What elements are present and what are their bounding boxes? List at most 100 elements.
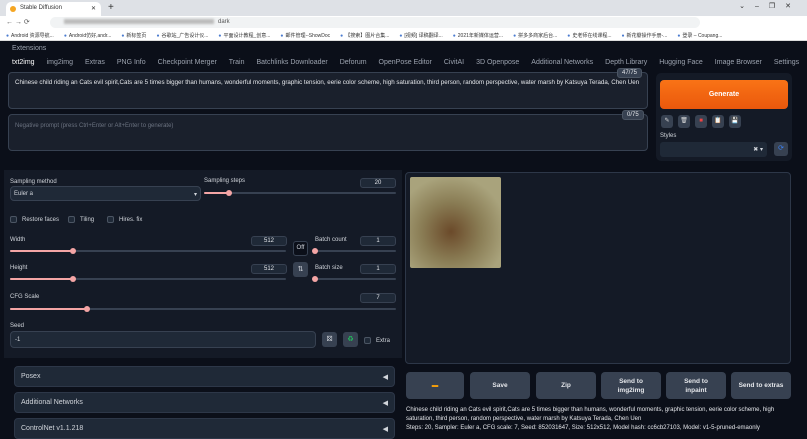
extra-checkbox[interactable]: Extra: [364, 337, 390, 344]
restore-faces-checkbox[interactable]: Restore faces: [10, 216, 59, 223]
send-to-inpaint-button[interactable]: Send to inpaint: [666, 372, 726, 399]
bookmark-item[interactable]: 拼多多商家后台...: [513, 32, 557, 40]
save-button[interactable]: Save: [470, 372, 530, 399]
accordion-additional-networks[interactable]: Additional Networks ◀: [14, 392, 395, 413]
tab-train[interactable]: Train: [229, 59, 245, 66]
slider-thumb[interactable]: [312, 248, 318, 254]
sampling-method-value: Euler a: [14, 191, 34, 197]
generate-button[interactable]: Generate: [660, 80, 788, 109]
extensions-tab[interactable]: Extensions: [12, 45, 46, 52]
tiling-checkbox[interactable]: Tiling: [68, 216, 94, 223]
tab-deforum[interactable]: Deforum: [340, 59, 367, 66]
trash-icon[interactable]: 🗑: [678, 115, 690, 128]
batch-size-slider[interactable]: [312, 276, 396, 282]
slider-fill: [10, 308, 88, 310]
close-tab-icon[interactable]: ✕: [91, 5, 96, 12]
bookmark-item[interactable]: 史老师在线课程...: [567, 32, 611, 40]
tab-openpose-editor[interactable]: OpenPose Editor: [379, 59, 432, 66]
bookmark-item[interactable]: 【搜索】图片合集...: [340, 32, 389, 40]
new-tab-button[interactable]: +: [108, 2, 114, 13]
refresh-styles-icon[interactable]: ⟳: [774, 142, 788, 156]
bookmark-item[interactable]: 新花瓣操作手册-...: [621, 32, 668, 40]
slider-fill: [10, 278, 74, 280]
collapse-arrow-icon: ◀: [382, 426, 388, 433]
bookmark-item[interactable]: Android仿好,andr...: [64, 32, 112, 40]
generation-info: Chinese child riding an Cats evil spirit…: [406, 406, 796, 433]
bookmarks-bar: Android 资源导航... Android仿好,andr... 新标签页 谷歌站_…: [0, 30, 807, 41]
hires-fix-checkbox[interactable]: Hires. fix: [107, 216, 142, 223]
tab-depth-library[interactable]: Depth Library: [605, 59, 647, 66]
send-to-img2img-button[interactable]: Send to img2img: [601, 372, 661, 399]
prompt-input[interactable]: Chinese child riding an Cats evil spirit…: [8, 72, 648, 109]
bookmark-item[interactable]: 2021年新媒体运营...: [453, 32, 503, 40]
recycle-icon[interactable]: ♻: [343, 332, 358, 347]
sampling-steps-label: Sampling steps: [204, 178, 246, 184]
off-button[interactable]: Off: [293, 241, 308, 256]
window-controls[interactable]: ⌄–❐✕: [739, 2, 801, 10]
negative-prompt-input[interactable]: Negative prompt (press Ctrl+Enter or Alt…: [8, 114, 648, 151]
batch-count-input[interactable]: 1: [360, 236, 396, 246]
bookmark-item[interactable]: 邮件管理--ShowDoc: [280, 32, 330, 40]
generated-image[interactable]: [410, 177, 501, 268]
tab-extras[interactable]: Extras: [85, 59, 105, 66]
tab-txt2img[interactable]: txt2img: [12, 59, 35, 66]
slider-thumb[interactable]: [312, 276, 318, 282]
zip-button[interactable]: Zip: [536, 372, 596, 399]
seed-input[interactable]: -1: [10, 331, 316, 348]
tab-image-browser[interactable]: Image Browser: [715, 59, 762, 66]
tab-hugging-face[interactable]: Hugging Face: [659, 59, 703, 66]
width-input[interactable]: 512: [251, 236, 287, 246]
bookmark-item[interactable]: 新标签页: [121, 32, 146, 40]
open-folder-icon[interactable]: ▬: [406, 372, 464, 399]
height-input[interactable]: 512: [251, 264, 287, 274]
bookmark-item[interactable]: Android 资源导航...: [6, 32, 54, 40]
bookmark-item[interactable]: [视频] 译稿翻译...: [399, 32, 442, 40]
tab-batchlinks-downloader[interactable]: Batchlinks Downloader: [257, 59, 328, 66]
tab-settings[interactable]: Settings: [774, 59, 799, 66]
prompt-token-count: 47/75: [617, 68, 643, 78]
bookmark-item[interactable]: 登录 – Coupang...: [677, 32, 722, 40]
brush-icon[interactable]: ✎: [661, 115, 673, 128]
collapse-arrow-icon: ◀: [382, 374, 388, 381]
width-slider[interactable]: [10, 248, 286, 254]
height-slider[interactable]: [10, 276, 286, 282]
chevron-down-icon: ▾: [193, 192, 197, 198]
tab-civitai[interactable]: CivitAI: [444, 59, 464, 66]
bookmark-item[interactable]: 平面设计教程_创意...: [218, 32, 270, 40]
accordion-posex[interactable]: Posex ◀: [14, 366, 395, 387]
red-card-icon[interactable]: ■: [695, 115, 707, 128]
batch-count-slider[interactable]: [312, 248, 396, 254]
styles-dropdown[interactable]: ✖ ▾: [660, 142, 767, 157]
dice-icon[interactable]: ⚄: [322, 332, 337, 347]
nav-buttons[interactable]: ← → ⟳: [6, 18, 30, 26]
tab-title: Stable Diffusion: [20, 5, 62, 11]
accordion-controlnet[interactable]: ControlNet v1.1.218 ◀: [14, 418, 395, 439]
sampling-steps-slider[interactable]: [204, 190, 396, 196]
info-prompt: Chinese child riding an Cats evil spirit…: [406, 407, 775, 422]
sampling-method-select[interactable]: Euler a ▾: [10, 186, 201, 201]
tab-img2img[interactable]: img2img: [47, 59, 73, 66]
tab-3d-openpose[interactable]: 3D Openpose: [476, 59, 519, 66]
clear-icon[interactable]: ✖ ▾: [753, 147, 763, 153]
tab-png-info[interactable]: PNG Info: [117, 59, 146, 66]
browser-tab-bar: Stable Diffusion ✕ + ⌄–❐✕: [0, 0, 807, 16]
cfg-scale-input[interactable]: 7: [360, 293, 396, 303]
save-style-icon[interactable]: 💾: [729, 115, 741, 128]
width-label: Width: [10, 237, 26, 243]
prompt-text: Chinese child riding an Cats evil spirit…: [15, 79, 640, 86]
url-text: dark: [218, 19, 230, 26]
url-input[interactable]: dark: [50, 17, 700, 28]
cfg-scale-slider[interactable]: [10, 306, 396, 312]
swap-dimensions-button[interactable]: ⇅: [293, 262, 308, 277]
batch-size-label: Batch size: [315, 265, 343, 271]
clipboard-icon[interactable]: 📋: [712, 115, 724, 128]
tab-checkpoint-merger[interactable]: Checkpoint Merger: [158, 59, 217, 66]
batch-size-input[interactable]: 1: [360, 264, 396, 274]
sampling-steps-input[interactable]: 20: [360, 178, 396, 188]
send-to-extras-button[interactable]: Send to extras: [731, 372, 791, 399]
cfg-scale-label: CFG Scale: [10, 294, 40, 300]
bookmark-item[interactable]: 谷歌站_广告设计仪...: [156, 32, 208, 40]
tab-additional-networks[interactable]: Additional Networks: [531, 59, 593, 66]
browser-tab[interactable]: Stable Diffusion ✕: [6, 2, 101, 16]
slider-thumb[interactable]: [225, 190, 232, 196]
